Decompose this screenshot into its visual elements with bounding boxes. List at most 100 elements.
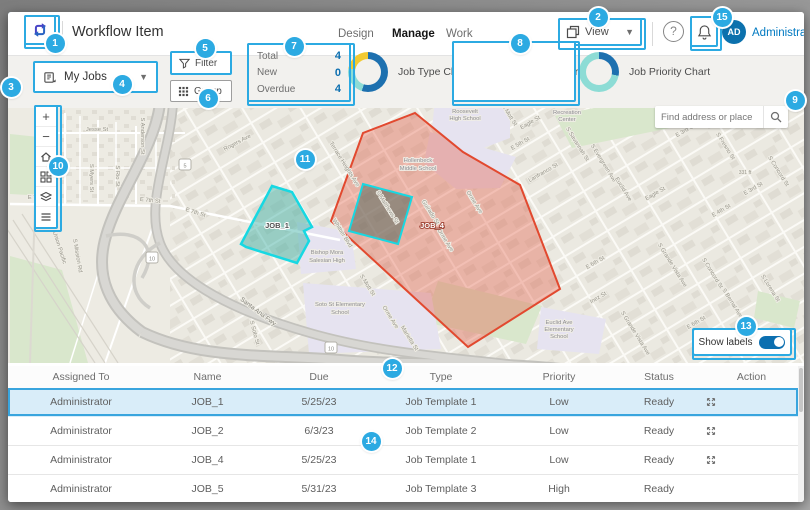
highway-shield-number: 5 (183, 163, 186, 169)
view-label: View (585, 26, 620, 38)
layers-button[interactable] (36, 187, 56, 207)
group-label: Group (194, 86, 222, 97)
cell-name: JOB_2 (154, 425, 261, 437)
group-button[interactable]: Group (170, 80, 232, 102)
question-icon: ? (670, 24, 677, 38)
show-labels-label: Show labels (699, 337, 753, 348)
app-header: Workflow Item Design Manage Work View ▼ … (8, 12, 804, 56)
cell-assigned-to: Administrator (8, 483, 154, 495)
jobs-dropdown[interactable]: My Jobs ▼ (33, 61, 158, 93)
jobs-icon (43, 70, 57, 84)
basemap-button[interactable] (36, 167, 56, 187)
user-name[interactable]: Administrator (752, 27, 804, 39)
zoom-to-button[interactable] (705, 396, 798, 408)
tab-work[interactable]: Work (446, 28, 473, 40)
bell-icon (697, 24, 712, 40)
table-scrollbar[interactable] (798, 366, 804, 502)
home-button[interactable] (36, 147, 56, 167)
cell-type: Job Template 2 (377, 425, 505, 437)
job-priority-chart[interactable]: Job Priority Chart (579, 52, 710, 92)
map-street-label: Center (558, 117, 575, 123)
help-button[interactable]: ? (663, 21, 684, 42)
stat-row: Overdue 4 (257, 83, 341, 95)
map-canvas[interactable]: 51010 Jesse StS Anderson StS Myers StS R… (8, 108, 804, 363)
chevron-down-icon: ▼ (625, 27, 634, 37)
table-row[interactable]: AdministratorJOB_45/25/23Job Template 1L… (8, 446, 798, 475)
scrollbar-thumb[interactable] (799, 368, 803, 412)
map-toolbar: + − (34, 105, 58, 229)
job-priority-chart-label: Job Priority Chart (629, 66, 710, 78)
menu-lines-icon (40, 211, 52, 223)
zoom-in-button[interactable]: + (36, 107, 56, 127)
table-row[interactable]: AdministratorJOB_26/3/23Job Template 2Lo… (8, 417, 798, 446)
map-street-label: Jesse St (86, 127, 109, 133)
cell-action (705, 396, 798, 408)
column-header[interactable]: Assigned To (8, 371, 154, 383)
cell-due: 5/25/23 (261, 454, 377, 466)
map-street-label: S Anderson St (139, 117, 145, 154)
map-street-label: Salesian High (309, 258, 345, 264)
cell-assigned-to: Administrator (8, 425, 154, 437)
jobs-table: Assigned ToNameDueTypePriorityStatusActi… (8, 366, 798, 502)
column-header[interactable]: Priority (505, 371, 613, 383)
layers-icon (40, 191, 52, 203)
zoom-to-button[interactable] (705, 454, 798, 466)
cell-priority: Low (505, 396, 613, 408)
cell-due: 6/3/23 (261, 425, 377, 437)
map-search-input[interactable] (655, 112, 763, 123)
notifications-button[interactable] (690, 16, 718, 47)
cell-status: Ready (613, 425, 705, 437)
map-search (655, 106, 788, 128)
map-street-label: Soto St Elementary (315, 302, 365, 308)
cell-name: JOB_4 (154, 454, 261, 466)
app-window: Workflow Item Design Manage Work View ▼ … (8, 12, 804, 502)
map[interactable]: 51010 Jesse StS Anderson StS Myers StS R… (8, 108, 804, 363)
filter-button[interactable]: Filter (170, 51, 232, 75)
zoom-to-icon (705, 454, 717, 466)
job-type-chart[interactable]: Job Type Chart (348, 52, 469, 92)
home-icon (40, 151, 52, 163)
divider (62, 21, 63, 47)
column-header[interactable]: Status (613, 371, 705, 383)
show-labels-toggle[interactable] (759, 336, 785, 349)
map-street-label: School (550, 334, 568, 340)
zoom-out-button[interactable]: − (36, 127, 56, 147)
job-polygon-label: JOB_4 (420, 221, 445, 230)
table-row[interactable]: AdministratorJOB_15/25/23Job Template 1L… (8, 388, 798, 417)
workflow-logo[interactable] (24, 15, 56, 45)
search-button[interactable] (763, 106, 788, 128)
map-street-label: Middle School (400, 166, 436, 172)
basemap-grid-icon (40, 171, 52, 183)
stats-panel: Total 4New 0Overdue 4 (247, 43, 351, 102)
cell-assigned-to: Administrator (8, 454, 154, 466)
zoom-to-button[interactable] (705, 425, 798, 437)
cell-status: Ready (613, 454, 705, 466)
cell-priority: High (505, 483, 613, 495)
stat-value: 4 (335, 50, 341, 62)
cell-action (705, 454, 798, 466)
map-street-label: 331 ft (739, 170, 752, 176)
cell-action (705, 425, 798, 437)
cell-priority: Low (505, 454, 613, 466)
cell-name: JOB_1 (154, 396, 261, 408)
job-type-donut (348, 52, 388, 92)
highway-shield-number: 10 (149, 256, 155, 262)
tab-design[interactable]: Design (338, 28, 374, 40)
column-header[interactable]: Name (154, 371, 261, 383)
stat-label: Total (257, 51, 278, 62)
group-grid-icon (178, 86, 189, 97)
stat-label: Overdue (257, 84, 295, 95)
avatar[interactable]: AD (722, 20, 746, 44)
job-polygon-label: JOB_1 (265, 221, 289, 230)
divider (652, 22, 653, 46)
table-header-row: Assigned ToNameDueTypePriorityStatusActi… (8, 366, 798, 388)
column-header[interactable]: Due (261, 371, 377, 383)
zoom-to-icon (705, 396, 717, 408)
table-row[interactable]: AdministratorJOB_55/31/23Job Template 3H… (8, 475, 798, 502)
tab-manage[interactable]: Manage (392, 28, 435, 40)
column-header[interactable]: Type (377, 371, 505, 383)
cell-priority: Low (505, 425, 613, 437)
column-header[interactable]: Action (705, 371, 798, 383)
page-title: Workflow Item (72, 24, 164, 40)
legend-button[interactable] (36, 207, 56, 227)
